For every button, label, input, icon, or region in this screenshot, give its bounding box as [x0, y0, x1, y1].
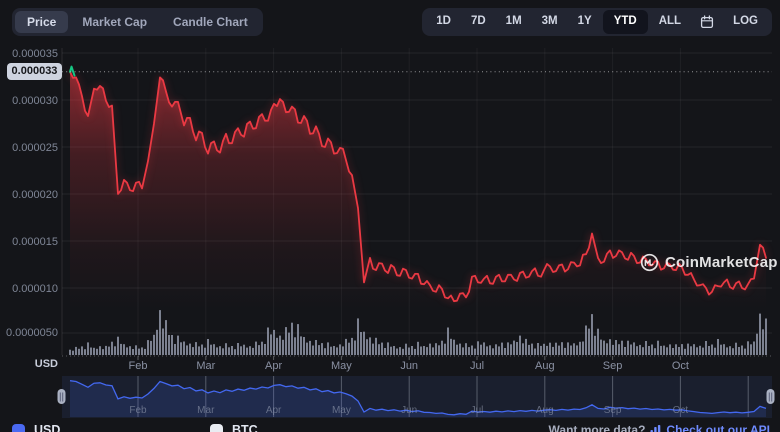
- promo-text: Want more data?: [548, 423, 646, 432]
- x-axis-label: Jun: [400, 360, 418, 372]
- navigator-month-label: Oct: [673, 405, 689, 416]
- navigator-month-label: Sep: [604, 405, 622, 416]
- range-button-7d[interactable]: 7D: [462, 11, 495, 33]
- x-axis-label: Mar: [196, 360, 215, 372]
- y-axis-label: 0.000015: [12, 236, 58, 248]
- navigator-month-label: May: [332, 405, 351, 416]
- open-price-label: 0.000033: [7, 63, 62, 80]
- price-chart-module: 0.000035 0.000030 0.000025 0.000020 0.000015…: [0, 0, 780, 432]
- tab-market-cap[interactable]: Market Cap: [70, 11, 159, 33]
- series-toggle-btc[interactable]: BTC: [210, 423, 258, 432]
- navigator-month-label: Aug: [536, 405, 554, 416]
- x-axis-label: Sep: [603, 360, 623, 372]
- navigator-month-labels: Feb Mar Apr May Jun Jul Aug Sep Oct: [129, 405, 688, 416]
- chart-type-tabs: Price Market Cap Candle Chart: [12, 8, 263, 36]
- range-button-3m[interactable]: 3M: [533, 11, 567, 33]
- navigator-month-label: Mar: [197, 405, 215, 416]
- y-axis-label: 0.000025: [12, 142, 58, 154]
- tab-candle-chart[interactable]: Candle Chart: [161, 11, 260, 33]
- y-axis-label: 0.000010: [12, 283, 58, 295]
- navigator-month-label: Feb: [129, 405, 147, 416]
- series-toggle-label: USD: [34, 423, 61, 432]
- tab-price[interactable]: Price: [15, 11, 69, 33]
- y-axis-labels: 0.000035 0.000030 0.000025 0.000020 0.000015…: [12, 48, 58, 295]
- range-button-all[interactable]: ALL: [650, 11, 690, 33]
- promo-link[interactable]: Check out our API: [666, 423, 770, 432]
- checkbox-unchecked-icon[interactable]: [210, 423, 223, 432]
- chart-footer: USD BTC Want more data? Check out our AP…: [0, 421, 780, 432]
- range-button-1d[interactable]: 1D: [427, 11, 460, 33]
- series-toggle-label: BTC: [232, 423, 258, 432]
- plot-hover-area[interactable]: [62, 48, 772, 355]
- navigator-month-label: Apr: [266, 405, 282, 416]
- chart-canvas: 0.000035 0.000030 0.000025 0.000020 0.000015…: [12, 48, 775, 418]
- range-button-1m[interactable]: 1M: [497, 11, 531, 33]
- x-axis-label: Apr: [265, 360, 282, 372]
- watermark-text: CoinMarketCap: [665, 254, 778, 271]
- calendar-icon: [701, 15, 714, 29]
- range-controls: 1D 7D 1M 3M 1Y YTD ALL LOG: [422, 8, 772, 36]
- y-axis-label: 0.000020: [12, 189, 58, 201]
- x-axis-label: Aug: [535, 360, 555, 372]
- promo-row: Want more data? Check out our API: [549, 423, 770, 432]
- navigator-month-label: Jun: [401, 405, 417, 416]
- navigator-handle-right[interactable]: [766, 389, 775, 404]
- calendar-button[interactable]: [692, 11, 722, 33]
- y-axis-label: 0.000030: [12, 95, 58, 107]
- checkbox-checked-icon[interactable]: [12, 423, 25, 432]
- navigator-handle-left[interactable]: [57, 389, 66, 404]
- x-axis-label: Oct: [672, 360, 689, 372]
- x-axis-labels: Feb Mar Apr May Jun Jul Aug Sep Oct: [129, 360, 689, 372]
- volume-axis-label: 0.0000050: [6, 327, 58, 339]
- y-axis-label: 0.000035: [12, 48, 58, 60]
- series-toggle-usd[interactable]: USD: [12, 423, 60, 432]
- coinmarketcap-logo-icon: [640, 253, 659, 272]
- bar-chart-icon: [650, 424, 661, 432]
- watermark: CoinMarketCap: [640, 253, 778, 272]
- range-button-1y[interactable]: 1Y: [569, 11, 601, 33]
- range-button-log[interactable]: LOG: [724, 11, 767, 33]
- x-axis-label: Feb: [129, 360, 148, 372]
- currency-label: USD: [34, 358, 58, 370]
- x-axis-label: Jul: [470, 360, 484, 372]
- range-button-ytd[interactable]: YTD: [602, 10, 648, 34]
- navigator-month-label: Jul: [471, 405, 484, 416]
- x-axis-label: May: [331, 360, 352, 372]
